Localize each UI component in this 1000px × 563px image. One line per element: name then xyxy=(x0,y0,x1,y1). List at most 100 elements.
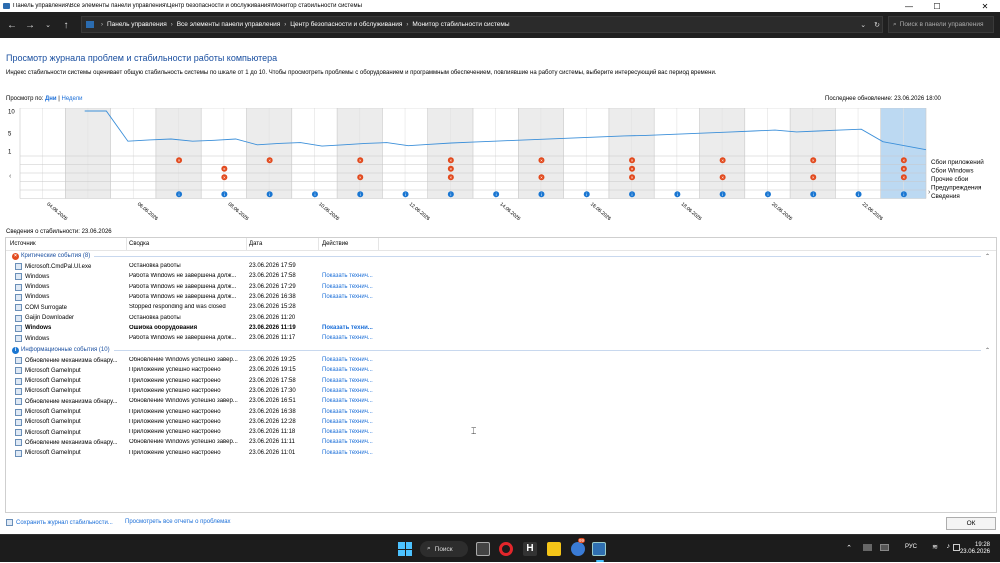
table-row[interactable]: Windows Работа Windows не завершена долж.… xyxy=(6,283,996,293)
column-header-date[interactable]: Дата xyxy=(249,241,262,247)
table-row[interactable]: Windows Работа Windows не завершена долж.… xyxy=(6,334,996,344)
wifi-icon[interactable]: ≋ xyxy=(932,543,938,551)
column-header-action[interactable]: Действие xyxy=(322,241,348,247)
address-bar[interactable]: › Панель управления › Все элементы панел… xyxy=(81,16,883,33)
table-row[interactable]: Microsoft GameInput Приложение успешно на… xyxy=(6,408,996,418)
chevron-down-icon[interactable]: ⌄ xyxy=(39,21,57,29)
back-arrow-icon[interactable]: ← xyxy=(3,20,21,31)
table-row[interactable]: Microsoft GameInput Приложение успешно на… xyxy=(6,428,996,438)
group-info-events[interactable]: i Информационные события (10) ⌃ xyxy=(6,345,996,355)
table-row[interactable]: Microsoft GameInput Приложение успешно на… xyxy=(6,418,996,428)
clock[interactable]: 19:28 23.06.2026 xyxy=(960,542,990,556)
save-history-link[interactable]: Сохранить журнал стабильности... xyxy=(6,519,113,526)
row-source-label: Gaijin Downloader xyxy=(25,315,75,321)
table-row[interactable]: Gaijin Downloader Остановка работы 23.06.2… xyxy=(6,314,996,324)
row-source: Windows xyxy=(15,283,49,291)
breadcrumb-all-items[interactable]: Все элементы панели управления xyxy=(177,21,281,28)
info-marker-glyph: i xyxy=(541,192,542,197)
error-marker-glyph: × xyxy=(903,167,906,172)
all-reports-link[interactable]: Просмотреть все отчеты о проблемах xyxy=(125,519,231,525)
breadcrumb-separator-icon: › xyxy=(406,21,409,28)
table-row[interactable]: Обновление механизма обнару... Обновление… xyxy=(6,397,996,407)
tray-app-icon[interactable] xyxy=(863,544,872,551)
row-summary: Приложение успешно настроено xyxy=(129,387,221,394)
table-row[interactable]: COM Surrogate Stopped responding and was … xyxy=(6,303,996,313)
refresh-icon[interactable]: ↻ xyxy=(874,21,880,29)
reliability-chart[interactable]: 10 5 1 × × × × × × × × × × × × × × × × × × × × × i i i i i i i i i i i i i i i… xyxy=(6,108,996,220)
tray-chevron-up-icon[interactable]: ⌃ xyxy=(846,544,852,552)
column-header-summary[interactable]: Сводка xyxy=(129,241,149,247)
row-action-link[interactable]: Показать технич... xyxy=(322,284,373,290)
row-action-link[interactable]: Показать технич... xyxy=(322,273,373,279)
row-date: 23.06.2026 11:20 xyxy=(249,314,296,321)
opera-browser-icon[interactable] xyxy=(499,542,513,556)
file-explorer-icon[interactable] xyxy=(547,542,561,556)
chart-column-bg xyxy=(155,108,179,199)
battery-icon[interactable] xyxy=(953,544,960,551)
row-action-link[interactable]: Показать технич... xyxy=(322,450,373,456)
row-action-link[interactable]: Показать технич... xyxy=(322,357,373,363)
row-action-link[interactable]: Показать технич... xyxy=(322,429,373,435)
row-source: Microsoft GameInput xyxy=(15,408,81,416)
table-row[interactable]: Windows Работа Windows не завершена долж.… xyxy=(6,293,996,303)
row-action-link[interactable]: Показать технич... xyxy=(322,388,373,394)
task-view-icon[interactable] xyxy=(476,542,490,556)
tray-display-icon[interactable] xyxy=(880,544,889,551)
row-summary: Приложение успешно настроено xyxy=(129,367,221,374)
table-row[interactable]: Microsoft GameInput Приложение успешно на… xyxy=(6,387,996,397)
ok-button[interactable]: ОК xyxy=(946,517,996,530)
taskbar-search[interactable]: ⌕ Поиск xyxy=(420,541,468,557)
row-action-link[interactable]: Показать техни... xyxy=(322,325,373,331)
table-row[interactable]: Microsoft GameInput Приложение успешно на… xyxy=(6,377,996,387)
error-marker-glyph: × xyxy=(540,175,543,180)
breadcrumb-security-center[interactable]: Центр безопасности и обслуживания xyxy=(290,21,402,28)
x-date-label: 04.06.2026 xyxy=(45,201,68,220)
language-indicator[interactable]: РУС xyxy=(905,544,917,550)
row-date: 23.06.2026 16:38 xyxy=(249,293,296,300)
x-date-label: 12.06.2026 xyxy=(408,201,431,220)
maximize-button[interactable]: ☐ xyxy=(924,0,950,12)
collapse-chevron-icon[interactable]: ⌃ xyxy=(985,347,990,354)
minimize-button[interactable]: — xyxy=(896,0,922,12)
x-date-label: 20.06.2026 xyxy=(770,201,793,220)
table-row[interactable]: Обновление механизма обнару... Обновление… xyxy=(6,356,996,366)
volume-icon[interactable]: ♪ xyxy=(947,543,951,550)
row-date: 23.06.2026 11:17 xyxy=(249,335,296,342)
chart-scroll-left-icon: ‹ xyxy=(9,173,12,180)
group-critical-events[interactable]: × Критические события (8) ⌃ xyxy=(6,251,996,261)
row-action-link[interactable]: Показать технич... xyxy=(322,367,373,373)
forward-arrow-icon[interactable]: → xyxy=(21,20,39,31)
control-panel-taskbar-icon[interactable] xyxy=(592,542,606,556)
view-by-label: Просмотр по: xyxy=(6,96,44,102)
table-row[interactable]: Windows Работа Windows не завершена долж.… xyxy=(6,272,996,282)
breadcrumb-control-panel[interactable]: Панель управления xyxy=(107,21,167,28)
breadcrumb-reliability-monitor[interactable]: Монитор стабильности системы xyxy=(412,21,509,28)
table-row[interactable]: Windows Ошибка оборудования 23.06.2026 11:… xyxy=(6,324,996,334)
address-dropdown-icon[interactable]: ⌄ xyxy=(860,21,866,29)
table-row[interactable]: Microsoft.CmdPal.UI.exe Остановка работы 2… xyxy=(6,262,996,272)
start-windows-icon[interactable] xyxy=(398,542,412,556)
row-source: Gaijin Downloader xyxy=(15,314,75,322)
row-source-label: Windows xyxy=(25,294,50,301)
view-by-days-link[interactable]: Дни xyxy=(45,96,57,102)
row-action-link[interactable]: Показать технич... xyxy=(322,335,373,341)
row-action-link[interactable]: Показать технич... xyxy=(322,378,373,384)
table-row[interactable]: Microsoft GameInput Приложение успешно на… xyxy=(6,449,996,459)
row-action-link[interactable]: Показать технич... xyxy=(322,409,373,415)
table-row[interactable]: Microsoft GameInput Приложение успешно на… xyxy=(6,366,996,376)
row-action-link[interactable]: Показать технич... xyxy=(322,294,373,300)
row-summary: Обновление Windows успешно завер... xyxy=(129,439,238,446)
column-header-source[interactable]: Источник xyxy=(10,241,36,247)
app-h-icon[interactable]: H xyxy=(523,542,537,556)
table-row[interactable]: Обновление механизма обнару... Обновление… xyxy=(6,438,996,448)
telegram-icon[interactable]: 99 xyxy=(571,538,586,556)
search-input[interactable]: ⌕ Поиск в панели управления xyxy=(888,16,994,33)
collapse-chevron-icon[interactable]: ⌃ xyxy=(985,253,990,260)
row-summary: Приложение успешно настроено xyxy=(129,377,221,384)
up-arrow-icon[interactable]: ↑ xyxy=(57,20,75,31)
view-by-weeks-link[interactable]: Недели xyxy=(62,96,83,102)
row-action-link[interactable]: Показать технич... xyxy=(322,419,373,425)
row-action-link[interactable]: Показать технич... xyxy=(322,398,373,404)
close-button[interactable]: ✕ xyxy=(972,0,998,12)
row-action-link[interactable]: Показать технич... xyxy=(322,439,373,445)
